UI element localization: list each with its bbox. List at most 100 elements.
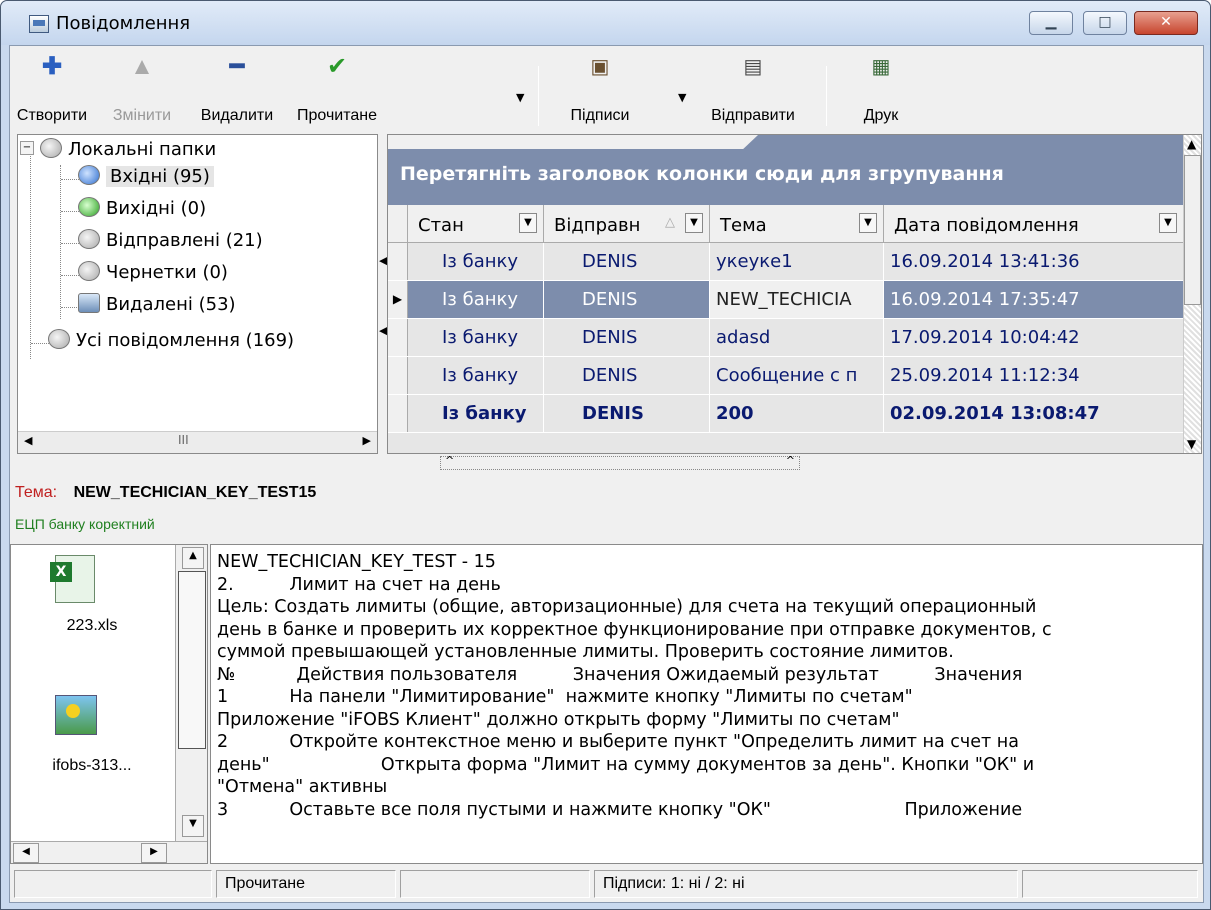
maximize-button[interactable]: □	[1083, 11, 1127, 35]
column-header-sender[interactable]: Відправн △ ▼	[544, 205, 710, 243]
scroll-thumb[interactable]	[178, 571, 206, 749]
signatures-button[interactable]: ▣ Підписи	[560, 46, 640, 133]
mark-read-dropdown-icon[interactable]: ▼	[516, 91, 524, 104]
vertical-splitter[interactable]: ◀ ◀	[379, 134, 387, 454]
tree-item-outbox[interactable]: Вихідні (0)	[78, 197, 206, 219]
table-row[interactable]: Із банку DENIS укеуке1 16.09.2014 13:41:…	[388, 243, 1184, 280]
subject-cell: 200	[710, 395, 884, 432]
inbox-icon	[78, 165, 100, 185]
status-pane	[400, 870, 590, 898]
image-file-icon[interactable]	[55, 695, 97, 735]
subject-value: NEW_TECHICIAN_KEY_TEST15	[73, 484, 317, 501]
excel-file-icon[interactable]: X	[50, 555, 95, 603]
attachments-vertical-scrollbar[interactable]: ▲ ▼	[175, 545, 207, 841]
status-cell: Із банку	[408, 357, 544, 394]
folder-icon	[40, 138, 62, 158]
minus-icon: ━	[229, 53, 245, 80]
body-line: день в банке и проверить их корректное ф…	[217, 619, 1052, 640]
filter-dropdown-icon[interactable]: ▼	[859, 213, 877, 233]
date-cell: 25.09.2014 11:12:34	[884, 357, 1184, 394]
create-button[interactable]: ✚ Створити	[12, 46, 92, 133]
sender-cell: DENIS	[544, 395, 710, 432]
folder-tree[interactable]: − Локальні папки Вхідні (95) Вихідні (0)…	[17, 134, 378, 454]
send-button[interactable]: ▤ Відправити	[698, 46, 808, 133]
tree-item-sent[interactable]: Відправлені (21)	[78, 229, 263, 251]
window-title: Повідомлення	[56, 13, 191, 34]
message-body[interactable]: NEW_TECHICIAN_KEY_TEST - 15 2. Лимит на …	[210, 544, 1203, 864]
date-cell: 16.09.2014 17:35:47	[884, 281, 1184, 318]
scroll-thumb-grip[interactable]: III	[178, 433, 189, 447]
body-line: суммой превышающей установленные лимиты.…	[217, 642, 954, 662]
delete-button[interactable]: ━ Видалити	[192, 46, 282, 133]
body-line: день" Открыта форма "Лимит на сумму доку…	[217, 754, 1035, 775]
scroll-right-icon[interactable]: ▶	[363, 434, 371, 447]
collapse-up-icon[interactable]: ^	[445, 454, 454, 467]
status-bar: Прочитане Підписи: 1: ні / 2: ні	[10, 866, 1203, 902]
collapse-icon[interactable]: −	[20, 141, 34, 155]
partial-row	[388, 433, 1184, 453]
body-line: 2 Откройте контекстное меню и выберите п…	[217, 732, 1019, 752]
attachments-horizontal-scrollbar[interactable]: ◀ ▶	[11, 841, 207, 863]
body-line: 2. Лимит на счет на день	[217, 574, 501, 595]
client-area: ✚ Створити ▲ Змінити ━ Видалити ✔ Прочит…	[9, 45, 1204, 903]
scroll-thumb[interactable]	[1184, 155, 1201, 305]
row-indicator	[388, 319, 408, 356]
scroll-down-icon[interactable]: ▼	[182, 815, 204, 837]
all-messages-icon	[48, 329, 70, 349]
horizontal-splitter[interactable]: ^ ^	[440, 454, 800, 470]
scroll-up-icon[interactable]: ▲	[1187, 137, 1196, 151]
collapse-up-icon[interactable]: ^	[786, 454, 795, 467]
size-grip[interactable]	[1022, 870, 1198, 898]
table-row[interactable]: Із банку DENIS Сообщение с п 25.09.2014 …	[388, 357, 1184, 394]
messages-grid[interactable]: Перетягніть заголовок колонки сюди для з…	[387, 134, 1202, 454]
column-label: Стан	[418, 215, 464, 236]
date-cell: 16.09.2014 13:41:36	[884, 243, 1184, 280]
drafts-folder-icon	[78, 261, 100, 281]
column-header-date[interactable]: Дата повідомлення ▼	[884, 205, 1184, 243]
attachment-name[interactable]: ifobs-313...	[11, 757, 173, 775]
scroll-right-icon[interactable]: ▶	[141, 843, 167, 863]
group-by-area[interactable]: Перетягніть заголовок колонки сюди для з…	[388, 135, 1184, 205]
filter-dropdown-icon[interactable]: ▼	[519, 213, 537, 233]
column-header-subject[interactable]: Тема ▼	[710, 205, 884, 243]
table-row[interactable]: Із банку DENIS adasd 17.09.2014 10:04:42	[388, 319, 1184, 356]
body-line: 1 На панели "Лимитирование" нажмите кноп…	[217, 687, 913, 707]
table-row-unread[interactable]: Із банку DENIS 200 02.09.2014 13:08:47	[388, 395, 1184, 432]
table-row-selected[interactable]: ▶ Із банку DENIS NEW_TECHICIA 16.09.2014…	[388, 281, 1184, 318]
attachments-panel[interactable]: X 223.xls ifobs-313... ▲ ▼ ◀ ▶	[10, 544, 208, 864]
column-label: Тема	[720, 215, 767, 236]
preview-subject: Тема: NEW_TECHICIAN_KEY_TEST15	[15, 484, 316, 502]
status-read: Прочитане	[216, 870, 396, 898]
sort-asc-icon: △	[665, 215, 675, 230]
scroll-up-icon[interactable]: ▲	[182, 547, 204, 569]
mark-read-button[interactable]: ✔ Прочитане	[288, 46, 386, 133]
attachment-name[interactable]: 223.xls	[11, 617, 173, 635]
group-hint: Перетягніть заголовок колонки сюди для з…	[400, 163, 1004, 185]
signatures-dropdown-icon[interactable]: ▼	[678, 91, 686, 104]
scroll-left-icon[interactable]: ◀	[24, 434, 32, 447]
edit-button[interactable]: ▲ Змінити	[102, 46, 182, 133]
scroll-left-icon[interactable]: ◀	[13, 843, 39, 863]
sent-folder-icon	[78, 229, 100, 249]
tree-item-inbox[interactable]: Вхідні (95)	[78, 165, 214, 187]
column-header-status[interactable]: Стан ▼	[408, 205, 544, 243]
filter-dropdown-icon[interactable]: ▼	[1159, 213, 1177, 233]
filter-dropdown-icon[interactable]: ▼	[685, 213, 703, 233]
minimize-button[interactable]: ▁	[1029, 11, 1073, 35]
close-button[interactable]: ✕	[1134, 11, 1198, 35]
body-line: "Отмена" активны	[217, 777, 388, 797]
body-line: Приложение "iFOBS Клиент" должно открыть…	[217, 709, 900, 730]
tree-item-local-folders[interactable]: Локальні папки	[40, 138, 216, 160]
tree-item-deleted[interactable]: Видалені (53)	[78, 293, 236, 315]
tree-item-all-messages[interactable]: Усі повідомлення (169)	[48, 329, 294, 351]
print-button[interactable]: ▦ Друк	[846, 46, 916, 133]
tree-item-drafts[interactable]: Чернетки (0)	[78, 261, 228, 283]
scroll-down-icon[interactable]: ▼	[1187, 437, 1196, 451]
title-bar[interactable]: Повідомлення ▁ □ ✕	[1, 1, 1210, 45]
row-indicator	[388, 243, 408, 280]
trash-icon	[78, 293, 100, 313]
subject-cell: NEW_TECHICIA	[710, 281, 884, 318]
column-label: Дата повідомлення	[894, 215, 1079, 236]
tree-horizontal-scrollbar[interactable]: ◀ III ▶	[18, 431, 377, 453]
grid-vertical-scrollbar[interactable]: ▲ ▼	[1183, 135, 1201, 453]
